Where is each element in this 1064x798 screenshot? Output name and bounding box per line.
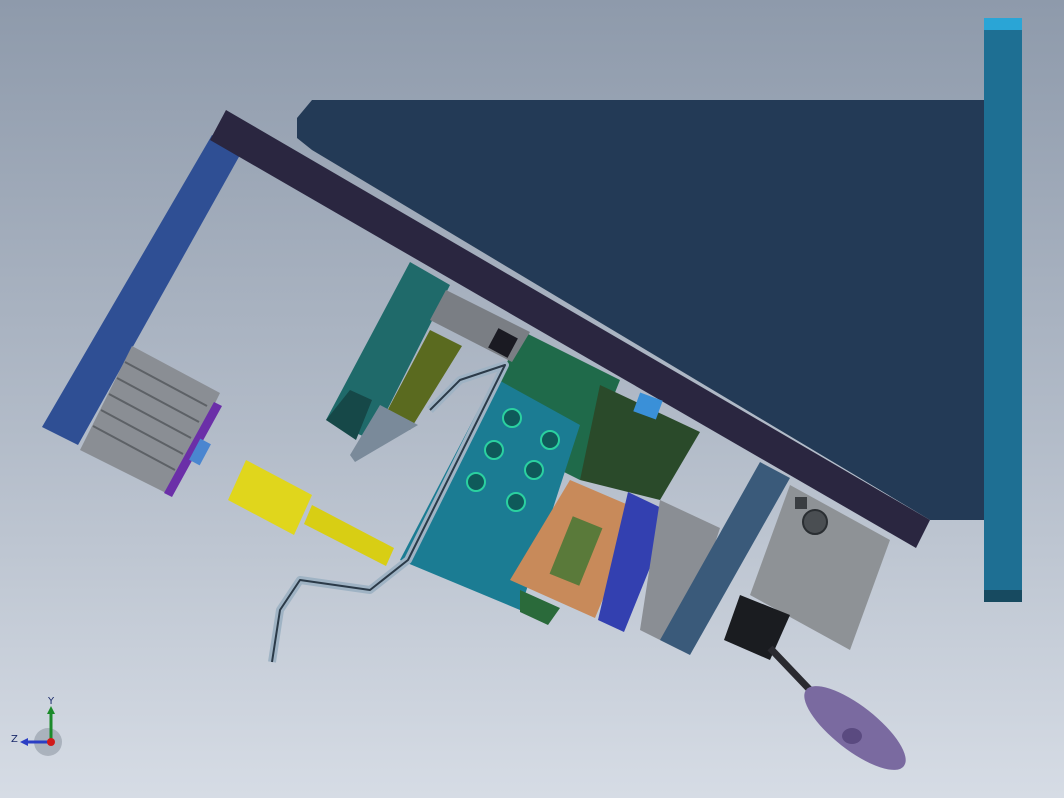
handle-knob[interactable] xyxy=(793,672,918,783)
cad-viewport[interactable]: Y Z xyxy=(0,0,1064,798)
right-column-foot xyxy=(984,590,1022,602)
axis-triad: Y Z xyxy=(8,696,68,758)
triad-z-label: Z xyxy=(11,734,18,745)
triad-y-arrow xyxy=(47,706,55,714)
yellow-pin-shaft xyxy=(304,505,394,566)
yellow-pin-body[interactable] xyxy=(228,460,312,535)
handle-shaft xyxy=(767,645,813,693)
triad-z-arrow xyxy=(20,738,28,746)
cad-model-scene[interactable] xyxy=(0,0,1064,798)
triad-y-label: Y xyxy=(48,696,55,707)
motor-dial xyxy=(802,509,828,535)
handle-knob-rim xyxy=(842,728,862,744)
triad-x-dot xyxy=(47,738,55,746)
motor-plug xyxy=(795,497,807,509)
right-column[interactable] xyxy=(984,18,1022,602)
right-column-cap xyxy=(984,18,1022,30)
